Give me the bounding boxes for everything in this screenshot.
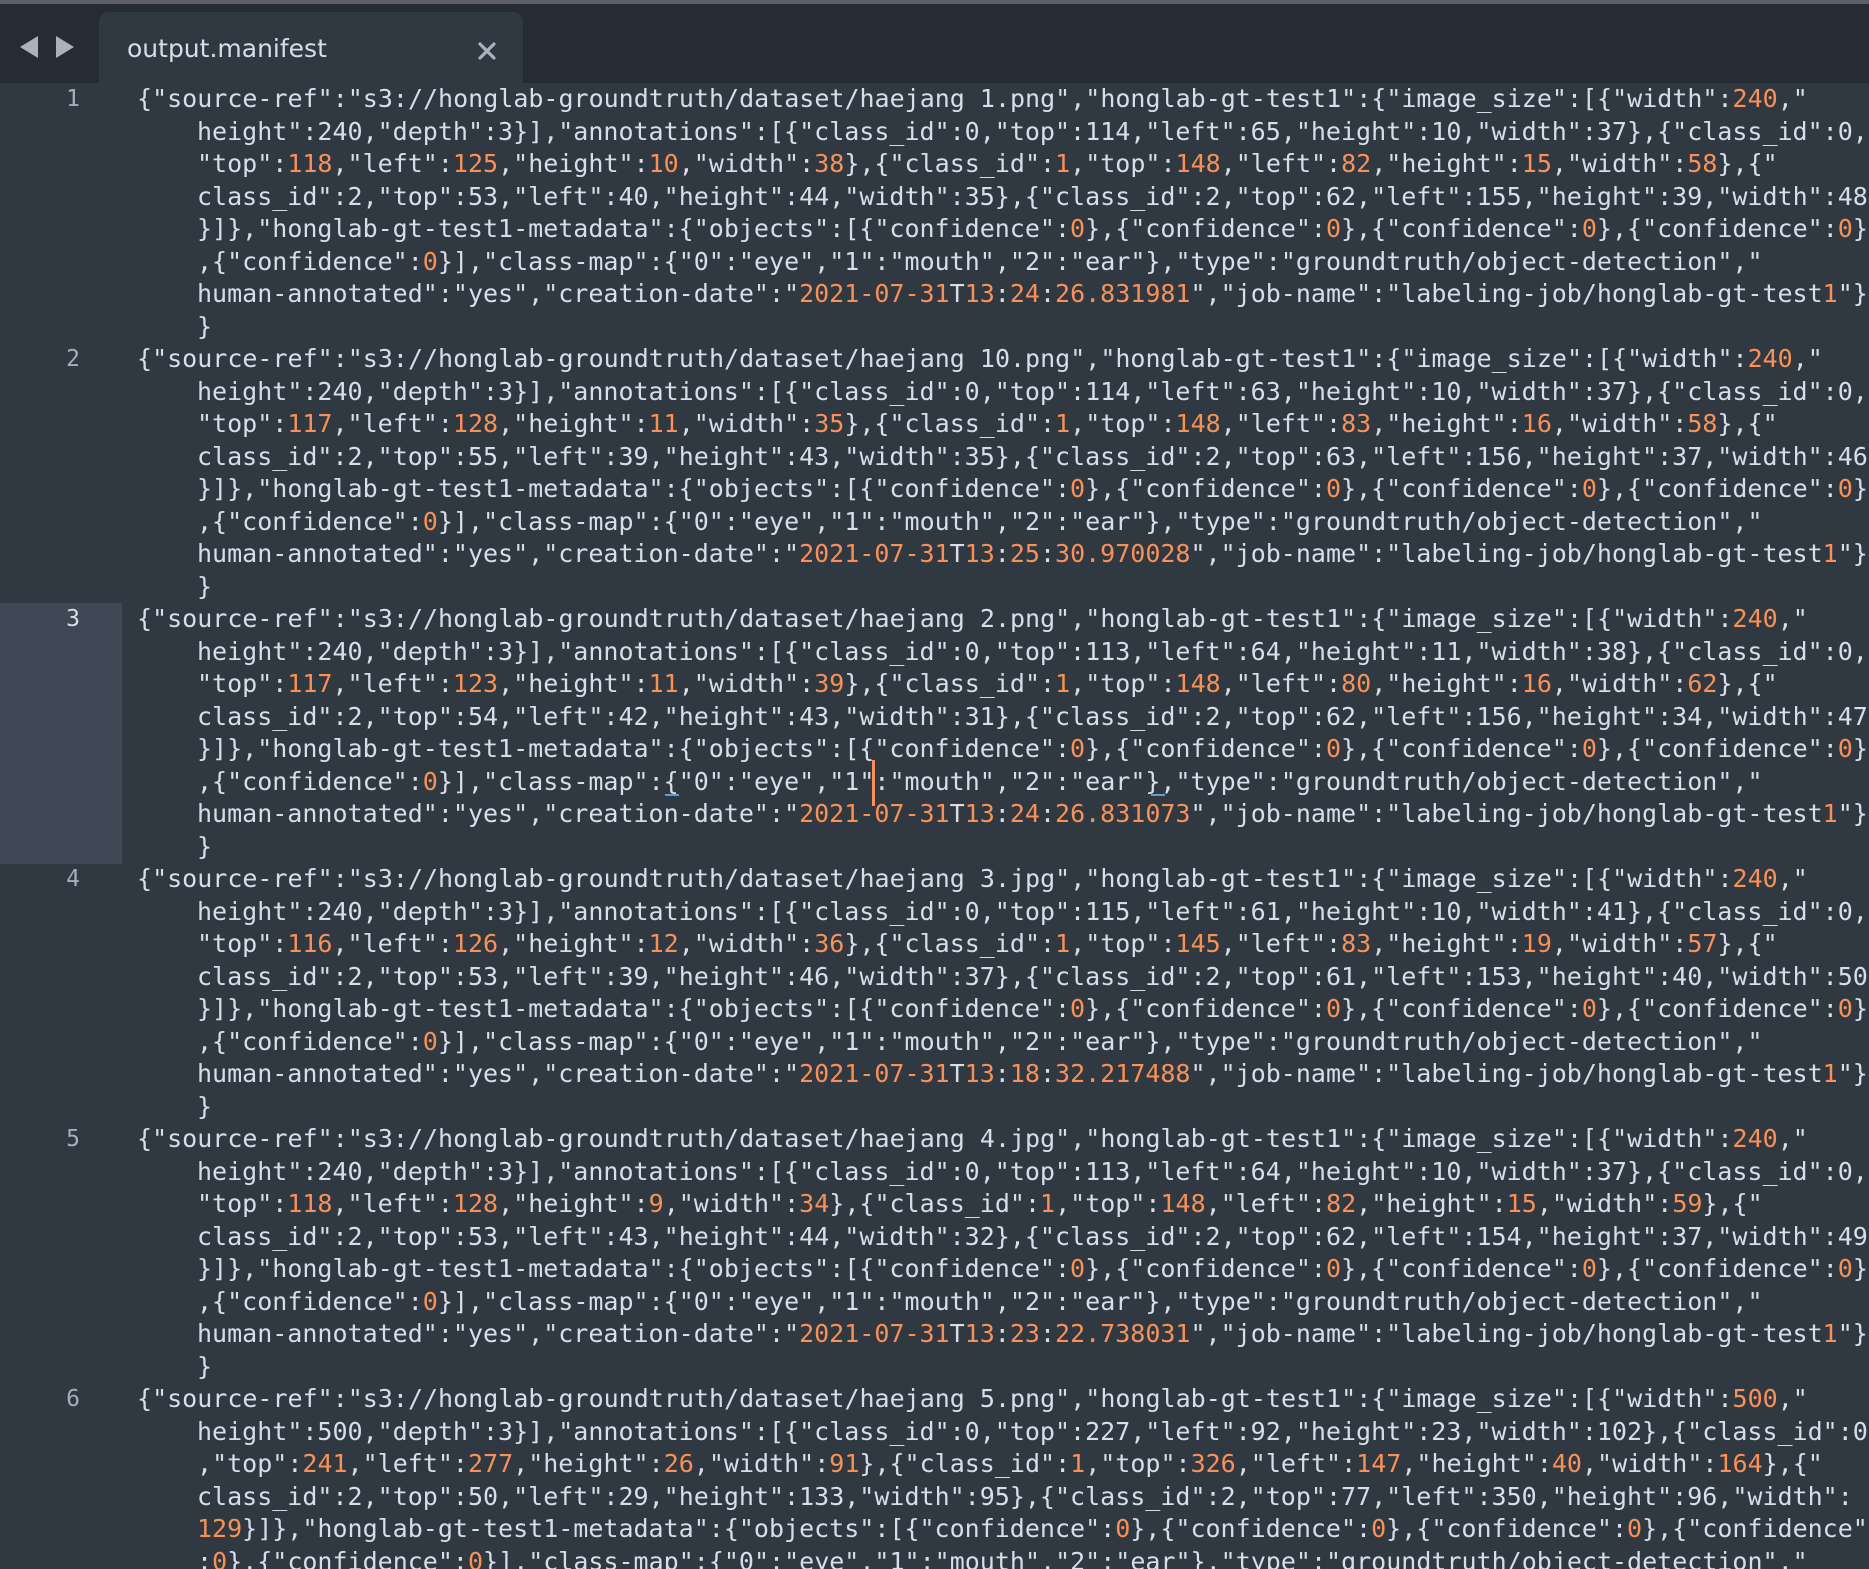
code-line-wrap[interactable]: height":240,"depth":3}],"annotations":[{… — [197, 116, 1868, 149]
code-line[interactable]: {"source-ref":"s3://honglab-groundtruth/… — [137, 603, 1808, 636]
line-number[interactable]: 4 — [0, 863, 80, 896]
tab-label: output.manifest — [127, 34, 327, 63]
arrow-left-icon[interactable] — [16, 32, 42, 62]
code-line-wrap[interactable]: class_id":2,"top":54,"left":42,"height":… — [197, 701, 1868, 734]
line-number[interactable]: 1 — [0, 83, 80, 116]
gutter-highlight — [0, 602, 122, 864]
code-line-wrap[interactable]: human-annotated":"yes","creation-date":"… — [197, 278, 1868, 311]
code-line-wrap[interactable]: ,"top":241,"left":277,"height":26,"width… — [197, 1448, 1823, 1481]
code-line-wrap[interactable]: height":240,"depth":3}],"annotations":[{… — [197, 896, 1868, 929]
code-line-wrap[interactable]: height":240,"depth":3}],"annotations":[{… — [197, 376, 1868, 409]
code-line-wrap[interactable]: }]},"honglab-gt-test1-metadata":{"object… — [197, 1253, 1868, 1286]
code-line[interactable]: {"source-ref":"s3://honglab-groundtruth/… — [137, 1123, 1808, 1156]
code-line-wrap[interactable]: }]},"honglab-gt-test1-metadata":{"object… — [197, 993, 1868, 1026]
code-line-wrap[interactable]: ,{"confidence":0}],"class-map":{"0":"eye… — [197, 1286, 1763, 1319]
code-line[interactable]: {"source-ref":"s3://honglab-groundtruth/… — [137, 343, 1823, 376]
code-line-wrap[interactable]: } — [197, 311, 212, 344]
code-line-wrap[interactable]: }]},"honglab-gt-test1-metadata":{"object… — [197, 473, 1868, 506]
code-line-wrap[interactable]: height":240,"depth":3}],"annotations":[{… — [197, 1156, 1868, 1189]
code-line-wrap[interactable]: "top":117,"left":128,"height":11,"width"… — [197, 408, 1778, 441]
code-line-wrap[interactable]: :0},{"confidence":0}],"class-map":{"0":"… — [197, 1546, 1808, 1569]
code-line-wrap[interactable]: } — [197, 571, 212, 604]
code-line-wrap[interactable]: class_id":2,"top":50,"left":29,"height":… — [197, 1481, 1853, 1514]
code-line-wrap[interactable]: class_id":2,"top":53,"left":39,"height":… — [197, 961, 1868, 994]
code-line[interactable]: {"source-ref":"s3://honglab-groundtruth/… — [137, 83, 1808, 116]
code-line-wrap[interactable]: human-annotated":"yes","creation-date":"… — [197, 538, 1868, 571]
code-line-wrap[interactable]: human-annotated":"yes","creation-date":"… — [197, 1318, 1868, 1351]
code-line-wrap[interactable]: }]},"honglab-gt-test1-metadata":{"object… — [197, 733, 1868, 766]
code-line-wrap[interactable]: 129}]},"honglab-gt-test1-metadata":{"obj… — [197, 1513, 1869, 1546]
line-number[interactable]: 3 — [0, 603, 80, 636]
bracket-match-open — [665, 794, 679, 796]
code-line-wrap[interactable]: } — [197, 831, 212, 864]
text-cursor — [872, 759, 875, 806]
code-line-wrap[interactable]: } — [197, 1351, 212, 1384]
tab-bar: output.manifest — [0, 4, 1869, 87]
code-line-wrap[interactable]: }]},"honglab-gt-test1-metadata":{"object… — [197, 213, 1868, 246]
code-line-wrap[interactable]: height":240,"depth":3}],"annotations":[{… — [197, 636, 1868, 669]
tab-output-manifest[interactable]: output.manifest — [99, 12, 523, 87]
close-icon[interactable] — [474, 38, 500, 64]
code-line-wrap[interactable]: "top":117,"left":123,"height":11,"width"… — [197, 668, 1778, 701]
code-line-wrap[interactable]: "top":116,"left":126,"height":12,"width"… — [197, 928, 1778, 961]
code-line-wrap[interactable]: ,{"confidence":0}],"class-map":{"0":"eye… — [197, 1026, 1763, 1059]
code-line-wrap[interactable]: "top":118,"left":128,"height":9,"width":… — [197, 1188, 1763, 1221]
code-line-wrap[interactable]: ,{"confidence":0}],"class-map":{"0":"eye… — [197, 506, 1763, 539]
code-line-wrap[interactable]: height":500,"depth":3}],"annotations":[{… — [197, 1416, 1868, 1449]
code-line-wrap[interactable]: human-annotated":"yes","creation-date":"… — [197, 1058, 1868, 1091]
code-line[interactable]: {"source-ref":"s3://honglab-groundtruth/… — [137, 1383, 1808, 1416]
line-number[interactable]: 2 — [0, 343, 80, 376]
code-line-wrap[interactable]: class_id":2,"top":53,"left":40,"height":… — [197, 181, 1868, 214]
bracket-match-close — [1151, 794, 1165, 796]
arrow-right-icon[interactable] — [52, 32, 78, 62]
code-line-wrap[interactable]: human-annotated":"yes","creation-date":"… — [197, 798, 1868, 831]
line-number[interactable]: 5 — [0, 1123, 80, 1156]
code-area[interactable]: 1 {"source-ref":"s3://honglab-groundtruth… — [0, 83, 1869, 1569]
code-line-wrap[interactable]: "top":118,"left":125,"height":10,"width"… — [197, 148, 1778, 181]
code-line[interactable]: {"source-ref":"s3://honglab-groundtruth/… — [137, 863, 1808, 896]
code-line-wrap[interactable]: ,{"confidence":0}],"class-map":{"0":"eye… — [197, 246, 1763, 279]
code-line-wrap[interactable]: class_id":2,"top":55,"left":39,"height":… — [197, 441, 1868, 474]
code-line-wrap[interactable]: ,{"confidence":0}],"class-map":{"0":"eye… — [197, 766, 1763, 799]
code-editor[interactable]: 1 {"source-ref":"s3://honglab-groundtruth… — [0, 83, 1869, 1569]
code-line-wrap[interactable]: } — [197, 1091, 212, 1124]
line-number[interactable]: 6 — [0, 1383, 80, 1416]
code-line-wrap[interactable]: class_id":2,"top":53,"left":43,"height":… — [197, 1221, 1868, 1254]
